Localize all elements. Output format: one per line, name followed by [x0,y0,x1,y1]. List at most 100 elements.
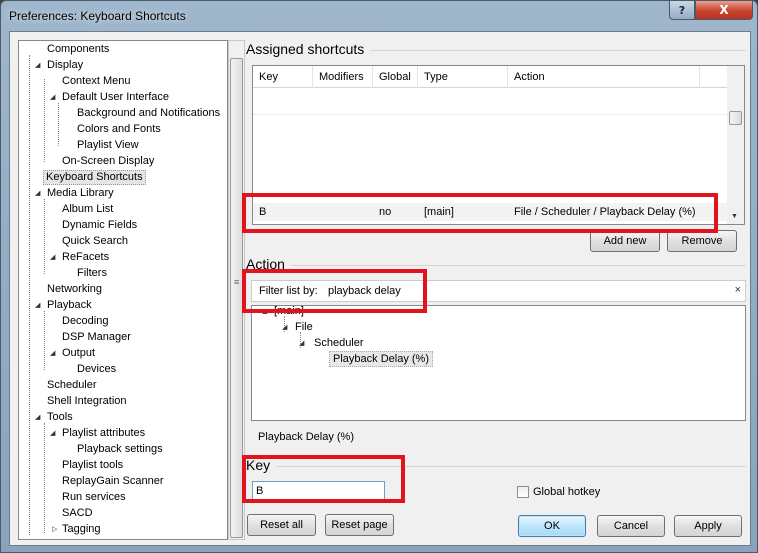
column-header-global[interactable]: Global [373,66,418,88]
reset-page-button[interactable]: Reset page [325,514,394,536]
tree-guide [44,199,45,274]
tree-item-playback[interactable]: Playback [45,298,94,313]
help-button[interactable]: ? [669,1,695,20]
filter-row: Filter list by: × [251,280,746,302]
shortcuts-list[interactable]: Key Modifiers Global Type Action B no [m… [252,65,745,225]
cell-key: B [259,206,267,218]
list-header: Key Modifiers Global Type Action [253,66,727,88]
column-header-type[interactable]: Type [418,66,508,88]
tree-item-dsp-manager[interactable]: DSP Manager [60,330,133,345]
remove-button[interactable]: Remove [667,230,737,252]
close-button[interactable]: X [695,1,753,20]
tree-item-colors-fonts[interactable]: Colors and Fonts [75,122,163,137]
expanded-arrow-icon[interactable]: ◢ [50,250,55,265]
tree-item-shell-integration[interactable]: Shell Integration [45,394,129,409]
cell-action: File / Scheduler / Playback Delay (%) [514,206,696,218]
expanded-arrow-icon[interactable]: ◢ [35,58,40,73]
tree-item-decoding[interactable]: Decoding [60,314,110,329]
cell-global: no [379,206,392,218]
tree-guide [44,311,45,370]
expanded-arrow-icon[interactable]: ◢ [299,336,304,351]
assigned-shortcuts-heading: Assigned shortcuts [246,41,371,57]
tree-item-background-notifications[interactable]: Background and Notifications [75,106,222,121]
separator [246,265,746,266]
tree-item-display[interactable]: Display [45,58,85,73]
action-tree-file[interactable]: File [295,320,313,334]
action-tree-main[interactable]: [main] [274,306,304,318]
separator [246,466,746,467]
tree-item-tagging[interactable]: Tagging [60,522,103,537]
tree-item-playback-settings[interactable]: Playback settings [75,442,165,457]
tree-item-osd[interactable]: On-Screen Display [60,154,156,169]
expanded-arrow-icon[interactable]: ◢ [282,320,287,335]
tree-scrollbar[interactable]: ≡ [228,40,245,540]
tree-guide [44,423,45,533]
action-heading: Action [246,256,291,272]
expanded-arrow-icon[interactable]: ◢ [50,90,55,105]
key-input[interactable] [252,481,385,501]
scrollbar-thumb[interactable]: ≡ [230,58,243,538]
tree-item-playlist-tools[interactable]: Playlist tools [60,458,125,473]
apply-button[interactable]: Apply [674,515,742,537]
expanded-arrow-icon[interactable]: ◢ [35,298,40,313]
action-tree-scheduler[interactable]: Scheduler [314,336,364,350]
title-bar[interactable]: Preferences: Keyboard Shortcuts ? X [1,1,757,31]
action-tree-playback-delay[interactable]: Playback Delay (%) [329,351,433,367]
list-row-partial [253,114,727,117]
preferences-window: Preferences: Keyboard Shortcuts ? X Comp… [0,0,758,553]
tree-item-context-menu[interactable]: Context Menu [60,74,132,89]
filter-input[interactable] [322,281,742,301]
tree-item-keyboard-shortcuts[interactable]: Keyboard Shortcuts [43,170,146,185]
tree-item-refacets[interactable]: ReFacets [60,250,111,265]
tree-guide [44,79,45,162]
tree-item-default-ui[interactable]: Default User Interface [60,90,171,105]
list-scrollbar[interactable]: ▼ [727,66,744,224]
client-area: Components ◢ Display Context Menu ◢ Defa… [9,31,751,546]
tree-item-album-list[interactable]: Album List [60,202,115,217]
tree-item-media-library[interactable]: Media Library [45,186,116,201]
tree-guide [29,55,30,535]
collapsed-arrow-icon[interactable]: ▷ [52,522,57,537]
column-header-action[interactable]: Action [508,66,700,88]
global-hotkey-checkbox[interactable] [517,486,529,498]
table-row-selected[interactable]: B no [main] File / Scheduler / Playback … [253,203,727,221]
expanded-arrow-icon[interactable]: ◢ [50,426,55,441]
action-tree[interactable]: ◢ [main] ◢ File ◢ Scheduler Playback Del… [251,305,746,421]
scrollbar-thumb[interactable] [729,111,742,125]
tree-item-output[interactable]: Output [60,346,97,361]
tree-item-scheduler[interactable]: Scheduler [45,378,99,393]
tree-item-run-services[interactable]: Run services [60,490,128,505]
tree-guide [58,103,59,146]
ok-button[interactable]: OK [518,515,586,537]
tree-item-dynamic-fields[interactable]: Dynamic Fields [60,218,139,233]
column-header-key[interactable]: Key [253,66,313,88]
tree-item-quick-search[interactable]: Quick Search [60,234,130,249]
column-header-modifiers[interactable]: Modifiers [313,66,373,88]
scroll-down-icon[interactable]: ▼ [731,213,738,220]
expanded-arrow-icon[interactable]: ◢ [35,410,40,425]
filter-label: Filter list by: [259,285,318,297]
tree-item-playlist-view[interactable]: Playlist View [75,138,141,153]
cancel-button[interactable]: Cancel [597,515,665,537]
reset-all-button[interactable]: Reset all [247,514,316,536]
tree-item-networking[interactable]: Networking [45,282,104,297]
expanded-arrow-icon[interactable]: ◢ [50,346,55,361]
window-title: Preferences: Keyboard Shortcuts [9,9,186,23]
expanded-arrow-icon[interactable]: ◢ [35,186,40,201]
add-new-button[interactable]: Add new [590,230,660,252]
clear-filter-icon[interactable]: × [735,284,741,296]
tree-item-sacd[interactable]: SACD [60,506,95,521]
tree-item-playlist-attributes[interactable]: Playlist attributes [60,426,147,441]
preferences-tree: Components ◢ Display Context Menu ◢ Defa… [18,40,228,540]
tree-item-devices[interactable]: Devices [75,362,118,377]
expanded-arrow-icon[interactable]: ◢ [262,306,267,319]
tree-item-components[interactable]: Components [45,42,111,57]
global-hotkey-label[interactable]: Global hotkey [533,486,600,498]
action-description: Playback Delay (%) [258,431,354,443]
key-heading: Key [246,457,277,473]
tree-item-replaygain[interactable]: ReplayGain Scanner [60,474,166,489]
grip-icon: ≡ [234,277,240,287]
tree-item-filters[interactable]: Filters [75,266,109,281]
tree-item-tools[interactable]: Tools [45,410,75,425]
cell-type: [main] [424,206,454,218]
